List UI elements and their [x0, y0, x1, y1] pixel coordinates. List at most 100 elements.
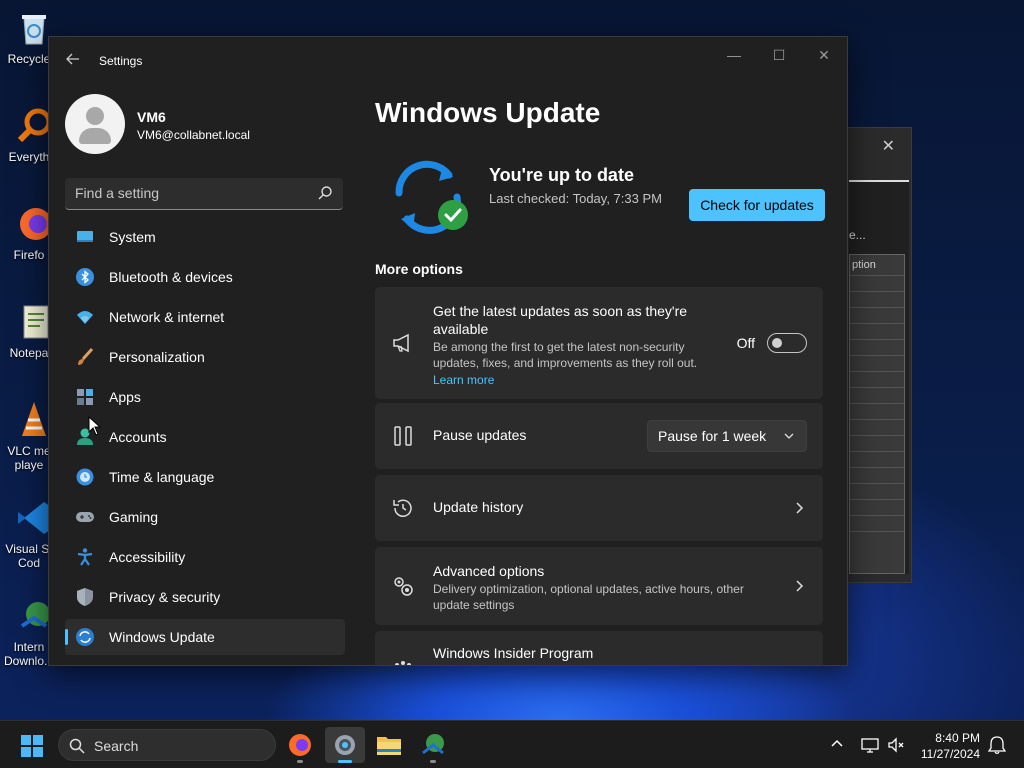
internet-download-icon — [422, 734, 444, 755]
taskbar-app-settings[interactable] — [325, 727, 365, 763]
start-button[interactable] — [20, 734, 44, 758]
taskbar-app-file-explorer[interactable] — [369, 727, 409, 763]
close-icon[interactable]: ✕ — [882, 136, 895, 156]
network-icon[interactable] — [860, 735, 880, 755]
settings-window: Settings — ☐ ✕ VM6 VM6@collabnet.local S… — [48, 36, 848, 666]
sidebar-item-personalization[interactable]: Personalization — [65, 339, 345, 375]
background-dialog-window[interactable]: ✕ e... ption — [846, 127, 912, 583]
sidebar-item-apps[interactable]: Apps — [65, 379, 345, 415]
taskbar-search[interactable]: Search — [58, 729, 276, 761]
desktop-icon-label: Firefo — [13, 248, 45, 262]
sidebar-item-label: Windows Update — [109, 629, 215, 645]
search-input[interactable] — [65, 178, 305, 208]
sidebar-item-label: Network & internet — [109, 309, 225, 325]
list-row — [850, 324, 904, 340]
card-title: Update history — [433, 499, 524, 515]
taskbar: Search 8:40 PM 11/27/2024 — [0, 720, 1024, 768]
card-description: Be among the first to get the latest non… — [433, 340, 685, 354]
list-row — [850, 516, 904, 532]
main-content: Windows Update You're up to date Last ch… — [375, 85, 825, 665]
list-row — [850, 276, 904, 292]
list-column-header[interactable]: ption — [850, 255, 904, 276]
card-description-line2: updates, fixes, and improvements as they… — [433, 356, 698, 370]
card-title: Get the latest updates as soon as they'r… — [433, 303, 688, 319]
sidebar-item-label: Bluetooth & devices — [109, 269, 233, 285]
sidebar-item-label: Gaming — [109, 509, 159, 525]
desktop-icon-label: Visual St — [5, 542, 53, 556]
sidebar-item-gaming[interactable]: Gaming — [65, 499, 345, 535]
sidebar-item-label: Privacy & security — [109, 589, 221, 605]
list-row — [850, 340, 904, 356]
apps-icon — [75, 387, 95, 407]
sidebar-item-label: System — [109, 229, 156, 245]
list-row — [850, 484, 904, 500]
list-row — [850, 436, 904, 452]
clock-date: 11/27/2024 — [920, 747, 980, 761]
list-row — [850, 468, 904, 484]
chevron-down-icon — [784, 433, 794, 439]
sidebar-item-bluetooth[interactable]: Bluetooth & devices — [65, 259, 345, 295]
app-title: Settings — [99, 54, 143, 68]
pause-duration-dropdown[interactable]: Pause for 1 week — [647, 420, 807, 452]
pause-icon — [391, 424, 415, 448]
back-button[interactable] — [63, 51, 83, 71]
list-row — [850, 292, 904, 308]
desktop-icon-label-2: playe — [14, 458, 44, 472]
sidebar-item-system[interactable]: System — [65, 219, 345, 255]
sidebar-item-label: Apps — [109, 389, 141, 405]
card-title-line2: available — [433, 321, 489, 337]
insider-program-card[interactable]: Windows Insider Program — [375, 631, 823, 665]
taskbar-app-internet-download[interactable] — [413, 727, 453, 763]
minimize-button[interactable]: — — [719, 43, 749, 67]
update-history-card[interactable]: Update history — [375, 475, 823, 541]
learn-more-link[interactable]: Learn more — [433, 373, 494, 387]
maximize-button[interactable]: ☐ — [764, 43, 794, 67]
sidebar-item-network[interactable]: Network & internet — [65, 299, 345, 335]
user-profile[interactable]: VM6 VM6@collabnet.local — [65, 94, 250, 154]
notification-bell-icon[interactable] — [988, 735, 1006, 755]
sidebar-item-label: Personalization — [109, 349, 205, 365]
section-label: More options — [375, 261, 463, 277]
avatar — [65, 94, 125, 154]
desktop-icon-label: Notepa — [9, 346, 49, 360]
search-icon[interactable] — [317, 185, 333, 201]
sidebar-item-privacy-security[interactable]: Privacy & security — [65, 579, 345, 615]
sidebar-item-accounts[interactable]: Accounts — [65, 419, 345, 455]
accessibility-icon — [75, 547, 95, 567]
card-title: Advanced options — [433, 563, 545, 579]
desktop-icon-label: Intern — [13, 640, 45, 654]
desktop-icon-label: Everyth — [8, 150, 50, 164]
page-title: Windows Update — [375, 97, 601, 128]
history-icon — [391, 496, 415, 520]
latest-updates-toggle[interactable] — [767, 333, 807, 353]
latest-updates-card: Get the latest updates as soon as they'r… — [375, 287, 823, 399]
advanced-options-card[interactable]: Advanced options Delivery optimization, … — [375, 547, 823, 625]
sidebar-nav: System Bluetooth & devices Network & int… — [65, 219, 345, 659]
check-for-updates-button[interactable]: Check for updates — [689, 189, 825, 221]
desktop-icon-label: VLC me — [7, 444, 51, 458]
user-name: VM6 — [137, 109, 166, 125]
sidebar-item-windows-update[interactable]: Windows Update — [65, 619, 345, 655]
taskbar-app-firefox[interactable] — [280, 727, 320, 763]
settings-gear-icon — [335, 735, 355, 755]
background-dialog-list[interactable]: ption — [849, 254, 905, 574]
title-bar[interactable]: Settings — ☐ ✕ — [49, 37, 847, 85]
active-indicator — [338, 760, 352, 763]
list-row — [850, 452, 904, 468]
card-title: Pause updates — [433, 427, 527, 443]
chevron-up-icon[interactable] — [830, 737, 844, 751]
sidebar-item-label: Accounts — [109, 429, 167, 445]
chevron-right-icon — [796, 502, 804, 514]
close-button[interactable]: ✕ — [809, 43, 839, 67]
sidebar-item-time-language[interactable]: Time & language — [65, 459, 345, 495]
sidebar-item-accessibility[interactable]: Accessibility — [65, 539, 345, 575]
list-row — [850, 308, 904, 324]
brush-icon — [75, 347, 95, 367]
firefox-icon — [289, 734, 311, 756]
system-clock[interactable]: 8:40 PM 11/27/2024 — [900, 730, 980, 762]
list-row — [850, 388, 904, 404]
insider-icon — [391, 657, 415, 665]
settings-search-box[interactable] — [65, 178, 343, 210]
list-row — [850, 356, 904, 372]
sidebar-item-label: Time & language — [109, 469, 215, 485]
